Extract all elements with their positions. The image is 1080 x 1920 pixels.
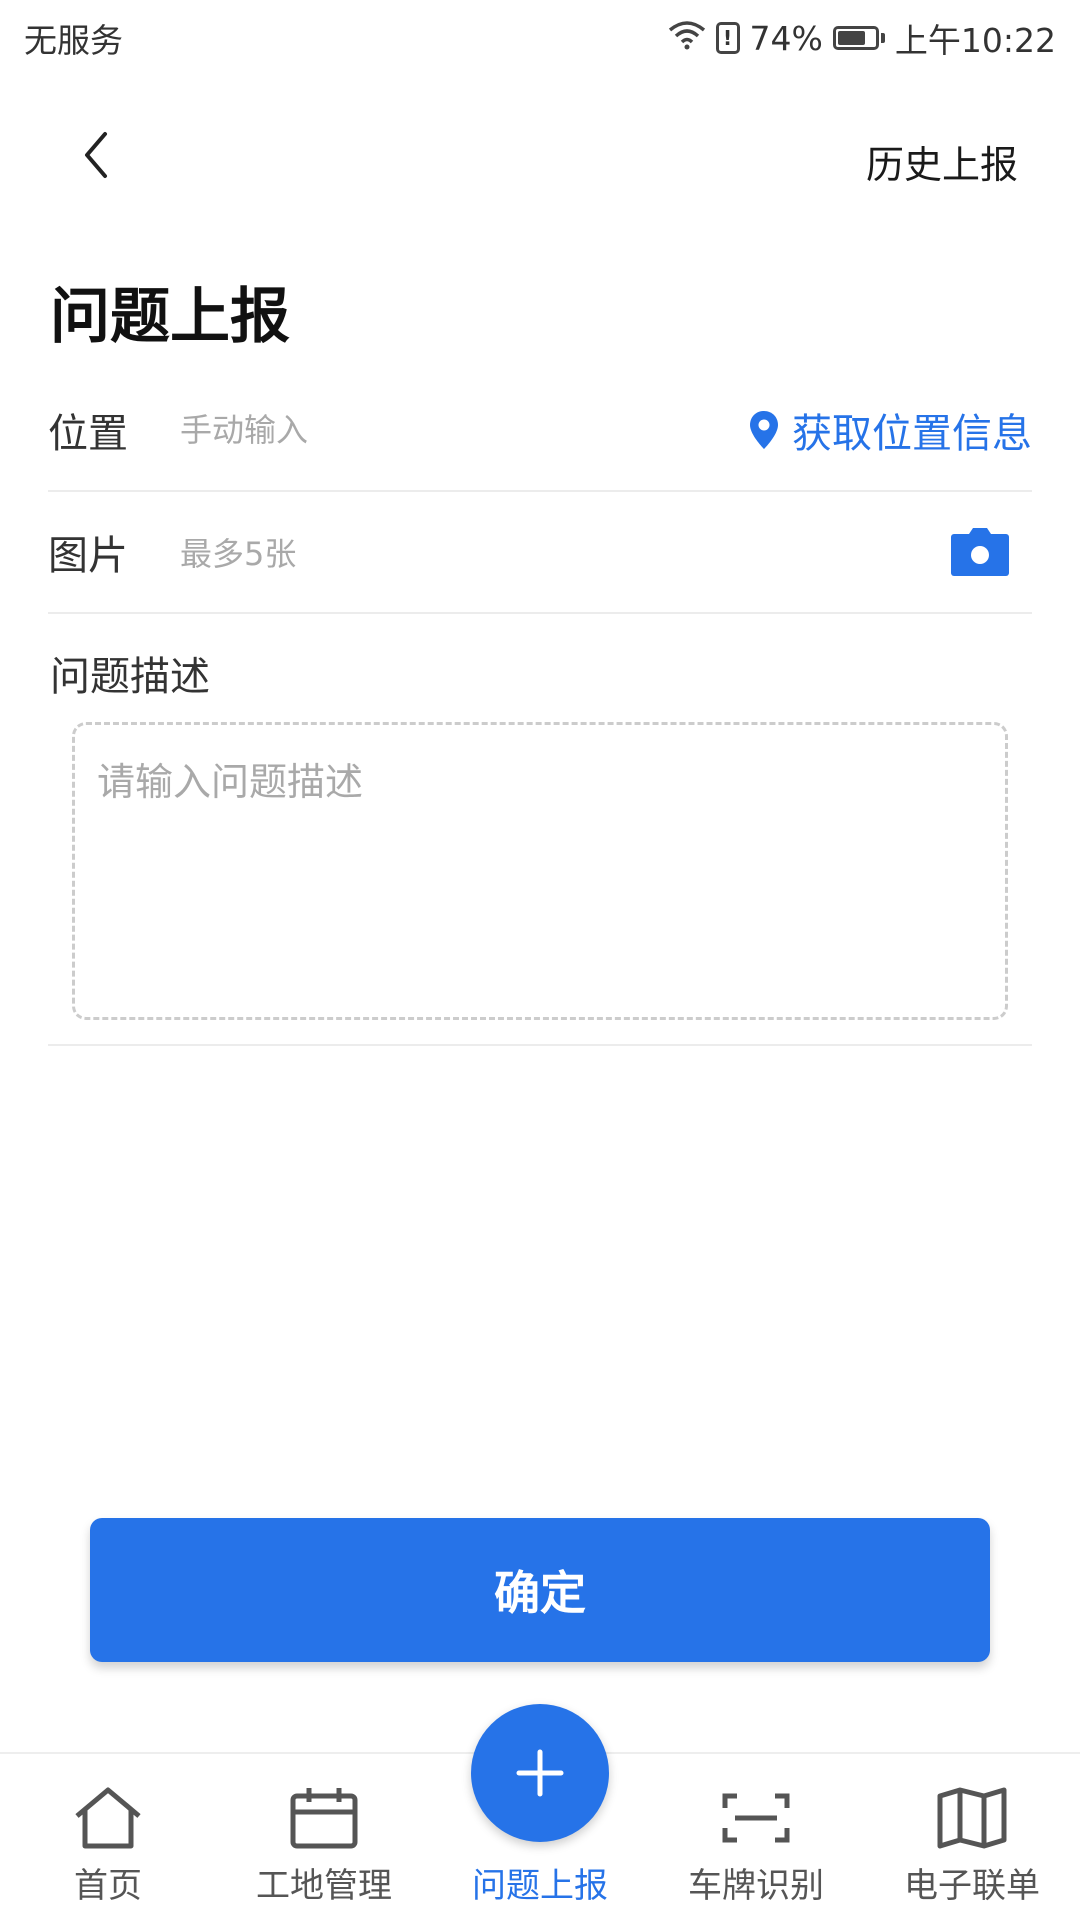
back-button[interactable] bbox=[66, 120, 126, 190]
battery-icon bbox=[832, 26, 885, 50]
tab-label: 问题上报 bbox=[472, 1866, 608, 1906]
add-report-fab[interactable] bbox=[471, 1704, 609, 1842]
wifi-icon bbox=[668, 19, 706, 58]
plus-icon bbox=[516, 1749, 564, 1797]
tab-site-management[interactable]: 工地管理 bbox=[216, 1754, 432, 1920]
carrier-text: 无服务 bbox=[24, 21, 123, 60]
image-row: 图片 最多5张 bbox=[48, 492, 1032, 614]
description-box bbox=[72, 722, 1008, 1020]
tab-plate-recognition[interactable]: 车牌识别 bbox=[648, 1754, 864, 1920]
page-title: 问题上报 bbox=[50, 282, 290, 352]
location-input[interactable] bbox=[180, 411, 750, 449]
tab-home[interactable]: 首页 bbox=[0, 1754, 216, 1920]
divider bbox=[48, 1044, 1032, 1046]
tab-label: 工地管理 bbox=[256, 1866, 392, 1906]
location-label: 位置 bbox=[48, 411, 128, 457]
map-icon bbox=[932, 1782, 1012, 1854]
description-label: 问题描述 bbox=[50, 654, 210, 700]
get-location-button[interactable]: 获取位置信息 bbox=[750, 401, 1032, 459]
alert-icon: ! bbox=[715, 22, 740, 54]
history-report-link[interactable]: 历史上报 bbox=[866, 134, 1018, 189]
camera-icon bbox=[951, 528, 1009, 576]
image-hint: 最多5张 bbox=[180, 535, 297, 573]
nav-bar: 历史上报 bbox=[0, 100, 1080, 210]
location-pin-icon bbox=[750, 411, 778, 449]
status-bar: 无服务 ! 74% 上午10:22 bbox=[0, 0, 1080, 76]
location-row: 位置 获取位置信息 bbox=[48, 370, 1032, 492]
tab-label: 车牌识别 bbox=[688, 1866, 824, 1906]
clock-text: 上午10:22 bbox=[894, 21, 1056, 60]
battery-percent: 74% bbox=[749, 18, 823, 58]
scan-icon bbox=[716, 1782, 796, 1854]
confirm-button[interactable]: 确定 bbox=[90, 1518, 990, 1662]
tab-e-manifest[interactable]: 电子联单 bbox=[864, 1754, 1080, 1920]
tab-label: 电子联单 bbox=[904, 1866, 1040, 1906]
tab-label: 首页 bbox=[74, 1866, 142, 1906]
chevron-left-icon bbox=[85, 132, 107, 178]
description-textarea[interactable] bbox=[97, 751, 983, 991]
home-icon bbox=[68, 1782, 148, 1854]
camera-button[interactable] bbox=[950, 527, 1010, 577]
status-icons: ! 74% 上午10:22 bbox=[668, 14, 1056, 62]
calendar-icon bbox=[284, 1782, 364, 1854]
image-label: 图片 bbox=[48, 533, 128, 579]
get-location-label: 获取位置信息 bbox=[792, 411, 1032, 457]
